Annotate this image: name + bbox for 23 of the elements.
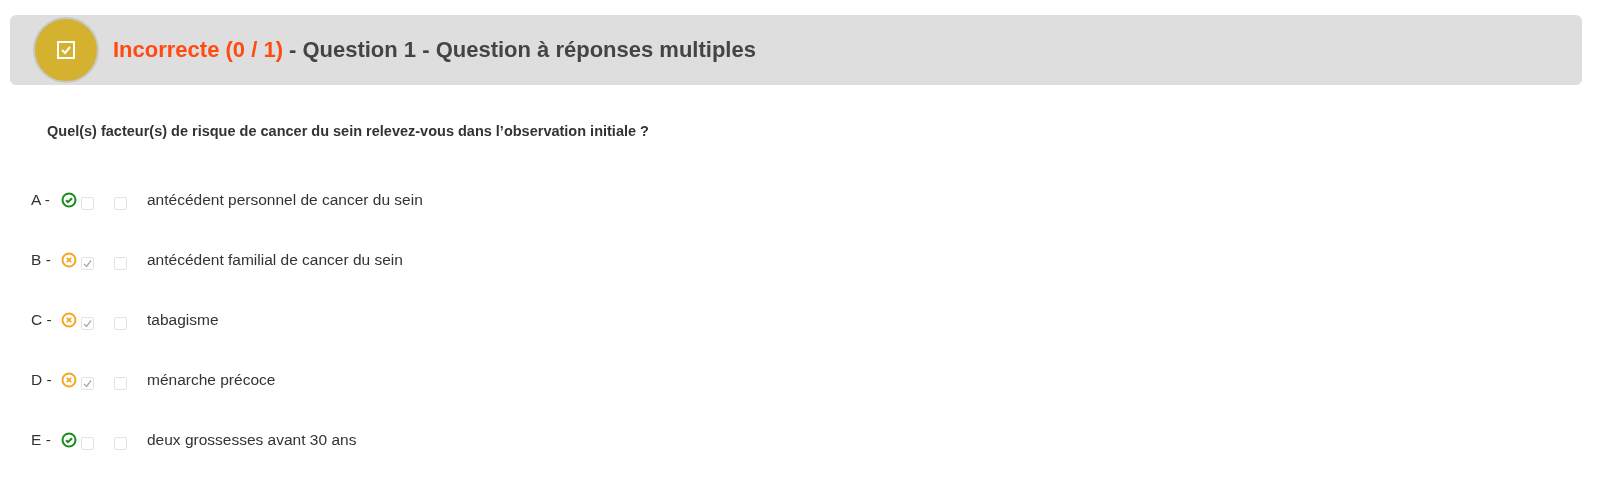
question-text: Quel(s) facteur(s) de risque de cancer du sein relevez-vous dans l’observation initiale ?	[47, 123, 650, 139]
option-letter: E -	[31, 431, 52, 449]
answer-checkbox[interactable]	[114, 316, 127, 330]
answer-checkbox[interactable]	[114, 196, 127, 210]
option-letter: A -	[31, 191, 51, 209]
option-text: ménarche précoce	[147, 371, 276, 389]
option-letter: B -	[31, 251, 52, 269]
cross-circle-icon	[61, 252, 77, 268]
check-circle-icon	[61, 192, 77, 208]
cross-circle-icon	[61, 372, 77, 388]
option-text: antécédent personnel de cancer du sein	[147, 191, 423, 209]
question-title: - Question 1 - Question à réponses multiples	[288, 37, 756, 63]
option-letter: D -	[31, 371, 53, 389]
result-status: Incorrecte (0 / 1)	[113, 37, 283, 63]
option-text: tabagisme	[147, 311, 219, 329]
option-text: deux grossesses avant 30 ans	[147, 431, 357, 449]
answer-checkbox[interactable]	[114, 376, 127, 390]
option-text: antécédent familial de cancer du sein	[147, 251, 403, 269]
answer-checkbox[interactable]	[114, 256, 127, 270]
cross-circle-icon	[61, 312, 77, 328]
check-circle-icon	[61, 432, 77, 448]
answer-checkbox[interactable]	[114, 436, 127, 450]
option-letter: C -	[31, 311, 53, 329]
